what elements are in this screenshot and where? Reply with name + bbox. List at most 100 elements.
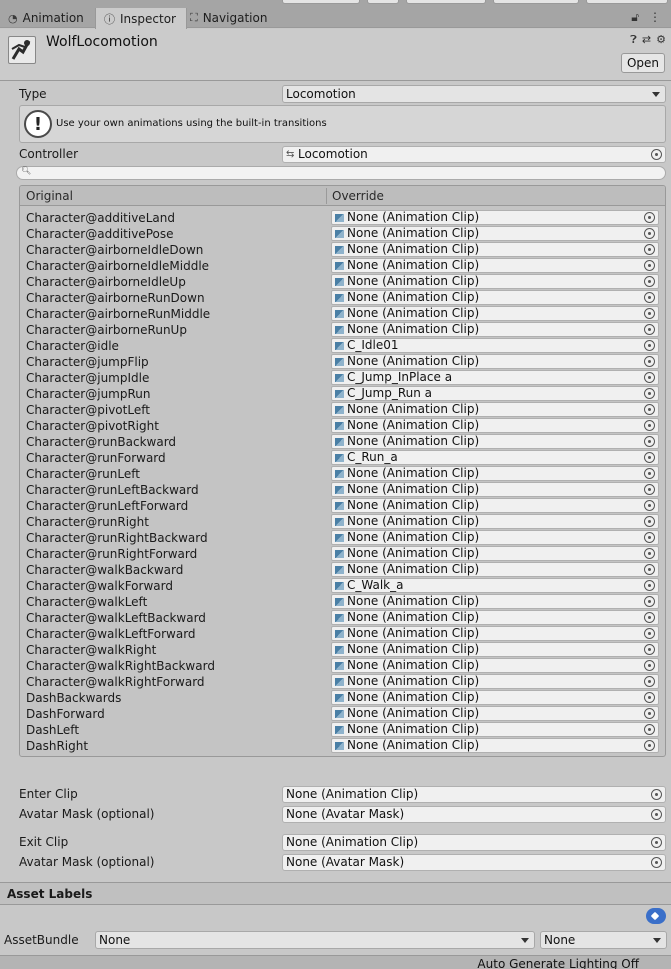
override-clip-field[interactable]: C_Walk_a bbox=[331, 578, 659, 593]
controller-field[interactable]: ⇆ Locomotion bbox=[282, 146, 666, 163]
object-picker-icon[interactable] bbox=[644, 452, 655, 463]
object-picker-icon[interactable] bbox=[644, 388, 655, 399]
override-clip-field[interactable]: None (Animation Clip) bbox=[331, 498, 659, 513]
column-header-original[interactable]: Original bbox=[26, 189, 73, 203]
override-clip-field[interactable]: None (Animation Clip) bbox=[331, 626, 659, 641]
tab-navigation[interactable]: ⛶ Navigation bbox=[182, 8, 277, 28]
object-picker-icon[interactable] bbox=[644, 596, 655, 607]
object-picker-icon[interactable] bbox=[644, 404, 655, 415]
object-picker-icon[interactable] bbox=[644, 308, 655, 319]
toolbar-button[interactable] bbox=[282, 0, 360, 4]
override-clip-field[interactable]: None (Animation Clip) bbox=[331, 226, 659, 241]
label-tag-icon[interactable] bbox=[646, 908, 666, 924]
object-picker-icon[interactable] bbox=[644, 532, 655, 543]
override-clip-field[interactable]: None (Animation Clip) bbox=[331, 322, 659, 337]
exit-avatar-mask-field[interactable]: None (Avatar Mask) bbox=[282, 854, 666, 871]
enter-avatar-mask-field[interactable]: None (Avatar Mask) bbox=[282, 806, 666, 823]
override-clip-field[interactable]: None (Animation Clip) bbox=[331, 690, 659, 705]
override-clip-field[interactable]: C_Jump_Run a bbox=[331, 386, 659, 401]
override-clip-field[interactable]: None (Animation Clip) bbox=[331, 546, 659, 561]
override-clip-field[interactable]: None (Animation Clip) bbox=[331, 642, 659, 657]
override-clip-field[interactable]: None (Animation Clip) bbox=[331, 242, 659, 257]
override-clip-field[interactable]: None (Animation Clip) bbox=[331, 658, 659, 673]
object-picker-icon[interactable] bbox=[651, 809, 662, 820]
object-picker-icon[interactable] bbox=[644, 292, 655, 303]
object-picker-icon[interactable] bbox=[644, 468, 655, 479]
gear-icon[interactable]: ⚙ bbox=[656, 33, 666, 47]
override-clip-field[interactable]: C_Jump_InPlace a bbox=[331, 370, 659, 385]
override-clip-field[interactable]: None (Animation Clip) bbox=[331, 210, 659, 225]
object-picker-icon[interactable] bbox=[651, 837, 662, 848]
enter-clip-field[interactable]: None (Animation Clip) bbox=[282, 786, 666, 803]
override-clip-field[interactable]: None (Animation Clip) bbox=[331, 674, 659, 689]
object-picker-icon[interactable] bbox=[651, 149, 662, 160]
object-picker-icon[interactable] bbox=[644, 356, 655, 367]
override-clip-field[interactable]: None (Animation Clip) bbox=[331, 722, 659, 737]
exit-clip-field[interactable]: None (Animation Clip) bbox=[282, 834, 666, 851]
object-picker-icon[interactable] bbox=[644, 660, 655, 671]
override-clip-field[interactable]: None (Animation Clip) bbox=[331, 354, 659, 369]
object-picker-icon[interactable] bbox=[644, 516, 655, 527]
type-dropdown[interactable]: Locomotion bbox=[282, 85, 666, 103]
open-button[interactable]: Open bbox=[621, 53, 665, 73]
object-picker-icon[interactable] bbox=[644, 372, 655, 383]
search-input[interactable]: 🔍︎ bbox=[16, 166, 666, 180]
tab-inspector[interactable]: ⓘ Inspector bbox=[95, 8, 187, 29]
override-clip-field[interactable]: C_Run_a bbox=[331, 450, 659, 465]
override-clip-field[interactable]: None (Animation Clip) bbox=[331, 594, 659, 609]
asset-labels-header[interactable]: Asset Labels bbox=[0, 883, 671, 905]
presets-icon[interactable]: ⇄ bbox=[642, 33, 651, 47]
object-picker-icon[interactable] bbox=[644, 628, 655, 639]
object-picker-icon[interactable] bbox=[644, 644, 655, 655]
object-picker-icon[interactable] bbox=[644, 500, 655, 511]
object-picker-icon[interactable] bbox=[644, 740, 655, 751]
object-picker-icon[interactable] bbox=[651, 789, 662, 800]
override-clip-field[interactable]: None (Animation Clip) bbox=[331, 738, 659, 753]
override-clip-field[interactable]: None (Animation Clip) bbox=[331, 258, 659, 273]
object-picker-icon[interactable] bbox=[644, 340, 655, 351]
object-picker-icon[interactable] bbox=[644, 436, 655, 447]
object-picker-icon[interactable] bbox=[644, 212, 655, 223]
override-clip-field[interactable]: None (Animation Clip) bbox=[331, 290, 659, 305]
object-picker-icon[interactable] bbox=[644, 564, 655, 575]
object-picker-icon[interactable] bbox=[644, 692, 655, 703]
object-picker-icon[interactable] bbox=[644, 612, 655, 623]
object-picker-icon[interactable] bbox=[644, 228, 655, 239]
override-clip-field[interactable]: None (Animation Clip) bbox=[331, 706, 659, 721]
toolbar-button[interactable] bbox=[406, 0, 486, 4]
override-clip-field[interactable]: None (Animation Clip) bbox=[331, 562, 659, 577]
override-clip-field[interactable]: C_Idle01 bbox=[331, 338, 659, 353]
override-clip-field[interactable]: None (Animation Clip) bbox=[331, 610, 659, 625]
object-picker-icon[interactable] bbox=[644, 724, 655, 735]
override-clip-field[interactable]: None (Animation Clip) bbox=[331, 482, 659, 497]
lock-icon[interactable]: 🔓︎ bbox=[631, 10, 639, 25]
object-picker-icon[interactable] bbox=[651, 857, 662, 868]
override-clip-field[interactable]: None (Animation Clip) bbox=[331, 306, 659, 321]
object-picker-icon[interactable] bbox=[644, 260, 655, 271]
override-clip-field[interactable]: None (Animation Clip) bbox=[331, 402, 659, 417]
override-clip-field[interactable]: None (Animation Clip) bbox=[331, 466, 659, 481]
column-header-override[interactable]: Override bbox=[332, 189, 384, 203]
override-clip-field[interactable]: None (Animation Clip) bbox=[331, 418, 659, 433]
asset-bundle-name-dropdown[interactable]: None bbox=[95, 931, 535, 949]
override-clip-field[interactable]: None (Animation Clip) bbox=[331, 530, 659, 545]
object-picker-icon[interactable] bbox=[644, 420, 655, 431]
asset-bundle-variant-dropdown[interactable]: None bbox=[540, 931, 667, 949]
object-picker-icon[interactable] bbox=[644, 708, 655, 719]
object-picker-icon[interactable] bbox=[644, 324, 655, 335]
help-icon[interactable]: ❓︎ bbox=[630, 33, 637, 47]
toolbar-button[interactable] bbox=[367, 0, 399, 4]
toolbar-button[interactable] bbox=[493, 0, 579, 4]
column-divider[interactable] bbox=[326, 188, 327, 204]
more-options-icon[interactable]: ⋮ bbox=[649, 10, 661, 25]
object-picker-icon[interactable] bbox=[644, 276, 655, 287]
toolbar-button[interactable] bbox=[586, 0, 668, 4]
override-clip-field[interactable]: None (Animation Clip) bbox=[331, 274, 659, 289]
override-clip-field[interactable]: None (Animation Clip) bbox=[331, 514, 659, 529]
override-clip-field[interactable]: None (Animation Clip) bbox=[331, 434, 659, 449]
object-picker-icon[interactable] bbox=[644, 484, 655, 495]
tab-animation[interactable]: ◔ Animation bbox=[0, 8, 94, 28]
object-picker-icon[interactable] bbox=[644, 676, 655, 687]
object-picker-icon[interactable] bbox=[644, 580, 655, 591]
object-picker-icon[interactable] bbox=[644, 548, 655, 559]
